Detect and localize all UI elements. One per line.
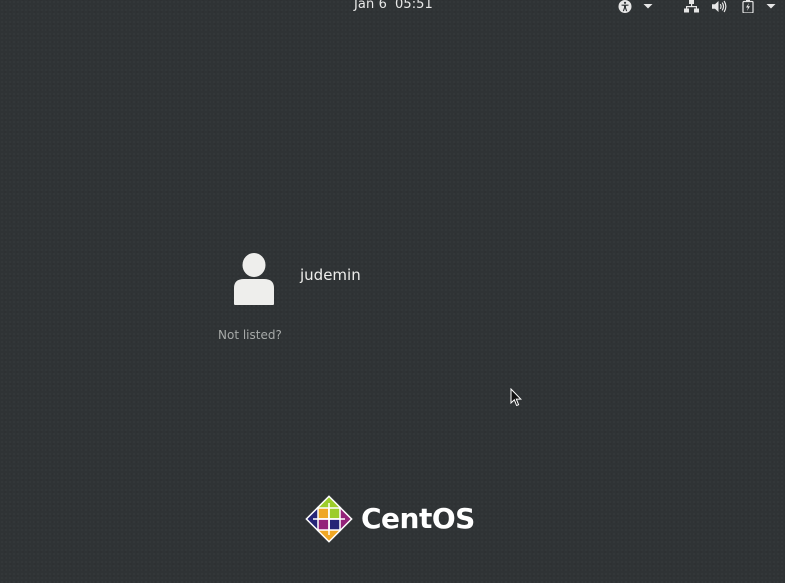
not-listed-link[interactable]: Not listed?: [218, 328, 282, 342]
top-bar: Jan 6 05:51: [0, 0, 785, 14]
chevron-down-icon: [643, 4, 653, 9]
clock-date: Jan 6: [354, 0, 387, 12]
centos-logo: CentOS: [305, 495, 475, 543]
user-list-item[interactable]: judemin: [226, 248, 426, 312]
battery-status[interactable]: [742, 0, 754, 13]
volume-icon: [712, 0, 727, 13]
username-label: judemin: [300, 266, 361, 284]
centos-emblem-icon: [305, 495, 353, 543]
system-menu-arrow[interactable]: [766, 0, 776, 13]
mouse-pointer-icon: [510, 387, 523, 412]
clock[interactable]: Jan 6 05:51: [354, 0, 433, 12]
avatar: [226, 248, 282, 308]
accessibility-menu-arrow[interactable]: [643, 0, 653, 13]
battery-charging-icon: [742, 0, 754, 13]
network-wired-icon: [684, 0, 699, 13]
network-status[interactable]: [684, 0, 699, 13]
clock-time: 05:51: [394, 0, 433, 12]
accessibility-menu[interactable]: [617, 0, 633, 13]
accessibility-icon: [618, 0, 632, 13]
logo-text: CentOS: [361, 502, 475, 535]
login-screen: Jan 6 05:51 judemin Not listed? CentOS: [0, 0, 785, 583]
user-avatar-icon: [234, 253, 274, 305]
volume-status[interactable]: [712, 0, 727, 13]
chevron-down-icon: [766, 4, 776, 9]
